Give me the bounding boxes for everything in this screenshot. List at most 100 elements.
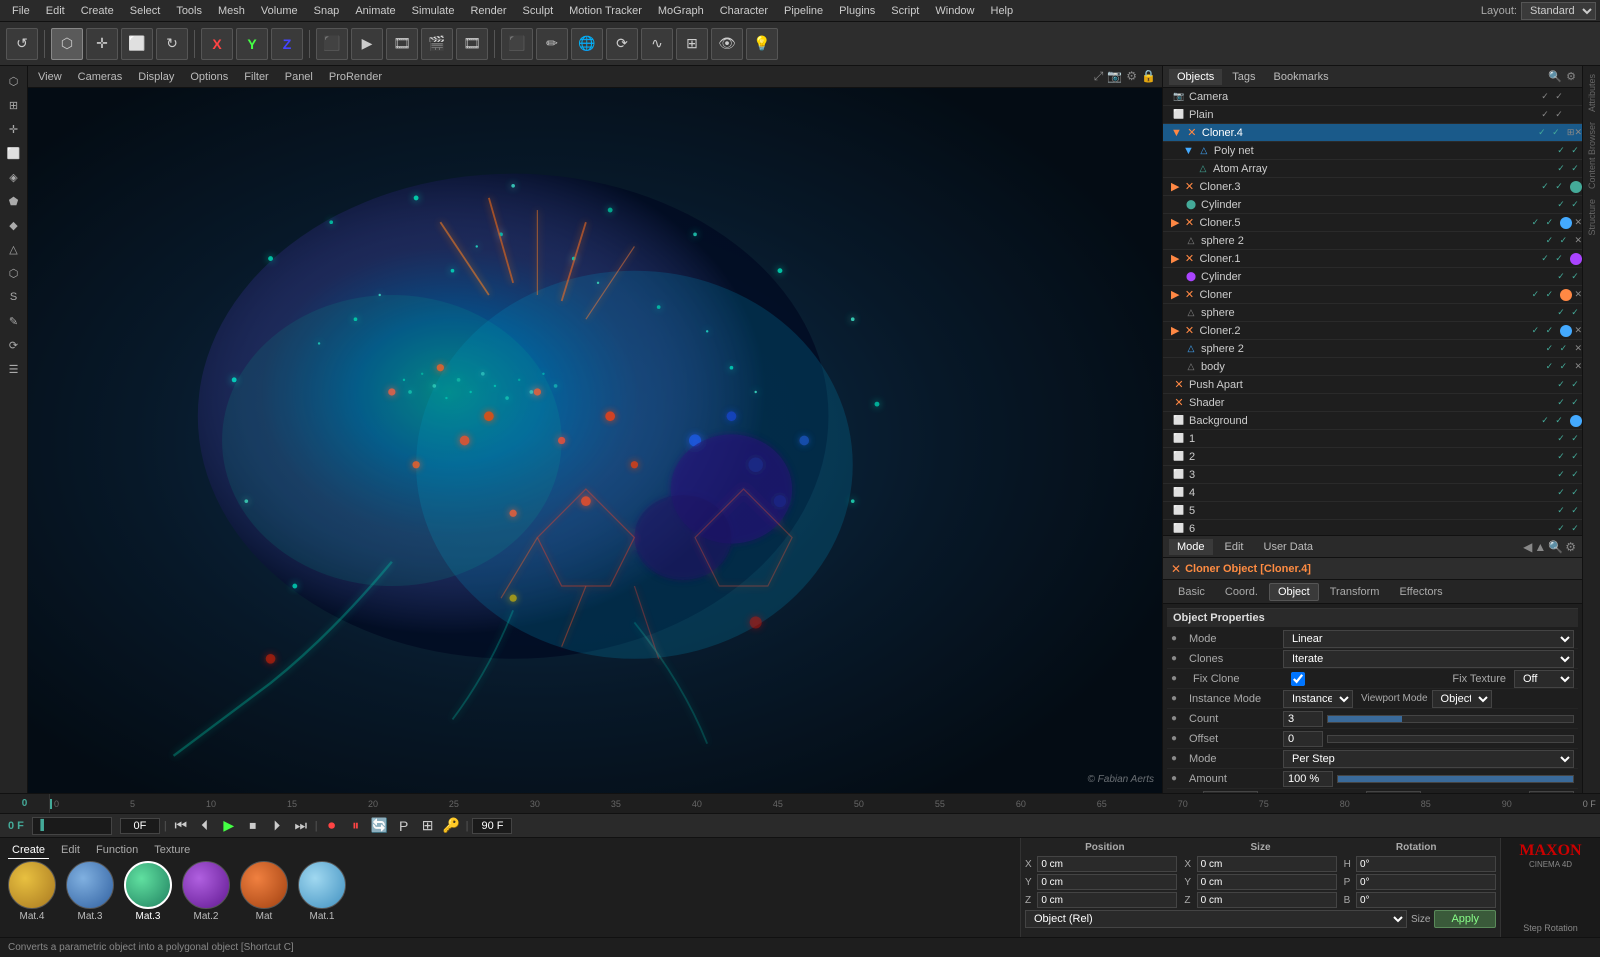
obj-lock-body[interactable]: ✓ [1556, 360, 1570, 374]
amount-slider[interactable] [1337, 775, 1574, 783]
count-slider[interactable] [1327, 715, 1574, 723]
props-settings-icon[interactable]: ⚙ [1565, 540, 1576, 554]
obj-vis-sph[interactable]: ✓ [1554, 306, 1568, 320]
obj-vis-cyl2[interactable]: ✓ [1554, 270, 1568, 284]
tool-spline[interactable]: ∿ [641, 28, 673, 60]
obj-vis-plain[interactable]: ✓ [1538, 108, 1552, 122]
cloner-expand[interactable]: ▶ [1171, 288, 1179, 301]
obj-lock-plain[interactable]: ✓ [1552, 108, 1566, 122]
clones-dropdown[interactable]: Iterate [1283, 650, 1574, 668]
obj-vis-cloner2[interactable]: ✓ [1528, 324, 1542, 338]
menu-sculpt[interactable]: Sculpt [515, 3, 562, 19]
clones-circle[interactable]: ● [1171, 653, 1185, 664]
obj-row-cloner3[interactable]: ▶ ✕ Cloner.3 ✓ ✓ [1163, 178, 1582, 196]
obj-filter-icon[interactable]: ⚙ [1566, 70, 1576, 83]
lt-tool11[interactable]: ✎ [3, 310, 25, 332]
obj-row-2[interactable]: ⬜ 2 ✓ ✓ [1163, 448, 1582, 466]
vp-lock-icon[interactable]: 🔒 [1141, 69, 1156, 84]
strip-content-browser[interactable]: Content Browser [1585, 118, 1599, 193]
obj-row-6[interactable]: ⬜ 6 ✓ ✓ [1163, 520, 1582, 535]
obj-row-5[interactable]: ⬜ 5 ✓ ✓ [1163, 502, 1582, 520]
menu-plugins[interactable]: Plugins [831, 3, 883, 19]
obj-search-icon[interactable]: 🔍 [1548, 70, 1562, 83]
select-tool[interactable]: ⬡ [51, 28, 83, 60]
obj-row-plain[interactable]: ⬜ Plain ✓ ✓ [1163, 106, 1582, 124]
tool-y[interactable]: Y [236, 28, 268, 60]
obj-row-sphere2a[interactable]: △ sphere 2 ✓ ✓ ✕ [1163, 232, 1582, 250]
obj-row-4[interactable]: ⬜ 4 ✓ ✓ [1163, 484, 1582, 502]
obj-vis-cloner5[interactable]: ✓ [1528, 216, 1542, 230]
goto-end-button[interactable]: ⏭ [291, 817, 311, 834]
mode2-circle[interactable]: ● [1171, 753, 1185, 764]
obj-vis-4[interactable]: ✓ [1554, 486, 1568, 500]
viewportmode-dropdown[interactable]: Object [1432, 690, 1492, 708]
tool-cube[interactable]: ⬛ [501, 28, 533, 60]
obj-lock-polynet[interactable]: ✓ [1568, 144, 1582, 158]
start-frame-input[interactable] [120, 818, 160, 834]
tool-pen[interactable]: ✏ [536, 28, 568, 60]
obj-lock-4[interactable]: ✓ [1568, 486, 1582, 500]
vp-menu-cameras[interactable]: Cameras [74, 69, 127, 85]
obj-lock-cyl2[interactable]: ✓ [1568, 270, 1582, 284]
obj-lock-5[interactable]: ✓ [1568, 504, 1582, 518]
obj-vis-cloner4[interactable]: ✓ [1535, 126, 1549, 140]
lt-tool9[interactable]: ⬡ [3, 262, 25, 284]
cloner1-expand[interactable]: ▶ [1171, 252, 1179, 265]
menu-tools[interactable]: Tools [168, 3, 210, 19]
mat-item-4[interactable]: Mat.4 [8, 861, 56, 922]
obj-lock-cloner5[interactable]: ✓ [1542, 216, 1556, 230]
vp-menu-view[interactable]: View [34, 69, 66, 85]
tool-grid[interactable]: ⊞ [676, 28, 708, 60]
rotate-tool[interactable]: ↻ [156, 28, 188, 60]
obj-lock-6[interactable]: ✓ [1568, 522, 1582, 536]
instancemode-circle[interactable]: ● [1171, 693, 1185, 704]
props-tab-transform[interactable]: Transform [1321, 583, 1389, 601]
loop-button[interactable]: 🔄 [370, 817, 390, 834]
menu-script[interactable]: Script [883, 3, 927, 19]
obj-row-cloner2[interactable]: ▶ ✕ Cloner.2 ✓ ✓ ✕ [1163, 322, 1582, 340]
obj-lock-push[interactable]: ✓ [1568, 378, 1582, 392]
lt-tool4[interactable]: ⬜ [3, 142, 25, 164]
tool-film3[interactable]: 🎞 [456, 28, 488, 60]
obj-vis-cyl1[interactable]: ✓ [1554, 198, 1568, 212]
props-tab-object[interactable]: Object [1269, 583, 1319, 601]
vp-expand-icon[interactable]: ⤢ [1094, 69, 1104, 84]
props-tab-effectors[interactable]: Effectors [1390, 583, 1451, 601]
fixtexture-dropdown[interactable]: Off [1514, 670, 1574, 688]
props-back-arrow[interactable]: ◀ [1523, 540, 1532, 554]
fixclone-circle[interactable]: ● [1171, 673, 1185, 684]
grid-button[interactable]: ⊞ [418, 817, 438, 834]
obj-row-cylinder2[interactable]: ⬤ Cylinder ✓ ✓ [1163, 268, 1582, 286]
props-forward-arrow[interactable]: ▲ [1534, 540, 1546, 554]
power-button[interactable]: P [394, 818, 414, 834]
tool-cam[interactable]: 👁 [711, 28, 743, 60]
end-frame-input[interactable] [472, 818, 512, 834]
obj-lock-3[interactable]: ✓ [1568, 468, 1582, 482]
menu-character[interactable]: Character [712, 3, 776, 19]
obj-vis-cloner3[interactable]: ✓ [1538, 180, 1552, 194]
move-tool[interactable]: ✛ [86, 28, 118, 60]
menu-pipeline[interactable]: Pipeline [776, 3, 831, 19]
obj-row-shader[interactable]: ✕ Shader ✓ ✓ [1163, 394, 1582, 412]
menu-create[interactable]: Create [73, 3, 122, 19]
mat-tab-texture[interactable]: Texture [150, 842, 194, 859]
lt-tool13[interactable]: ☰ [3, 358, 25, 380]
object-mode[interactable]: ⬛ [316, 28, 348, 60]
obj-row-cloner1[interactable]: ▶ ✕ Cloner.1 ✓ ✓ [1163, 250, 1582, 268]
mode2-dropdown[interactable]: Per Step [1283, 750, 1574, 768]
obj-lock-cloner3[interactable]: ✓ [1552, 180, 1566, 194]
obj-vis-sph2b[interactable]: ✓ [1542, 342, 1556, 356]
obj-vis-bg[interactable]: ✓ [1538, 414, 1552, 428]
obj-lock-atomarray[interactable]: ✓ [1568, 162, 1582, 176]
obj-lock-1[interactable]: ✓ [1568, 432, 1582, 446]
vp-menu-filter[interactable]: Filter [240, 69, 272, 85]
menu-help[interactable]: Help [983, 3, 1022, 19]
menu-file[interactable]: File [4, 3, 38, 19]
obj-vis-5[interactable]: ✓ [1554, 504, 1568, 518]
next-frame-button[interactable]: ⏵ [267, 817, 287, 834]
viewport-canvas[interactable]: © Fabian Aerts [28, 88, 1162, 793]
cloner2-expand[interactable]: ▶ [1171, 324, 1179, 337]
menu-window[interactable]: Window [927, 3, 982, 19]
play-button[interactable]: ▶ [219, 817, 239, 834]
obj-vis-cloner1[interactable]: ✓ [1538, 252, 1552, 266]
